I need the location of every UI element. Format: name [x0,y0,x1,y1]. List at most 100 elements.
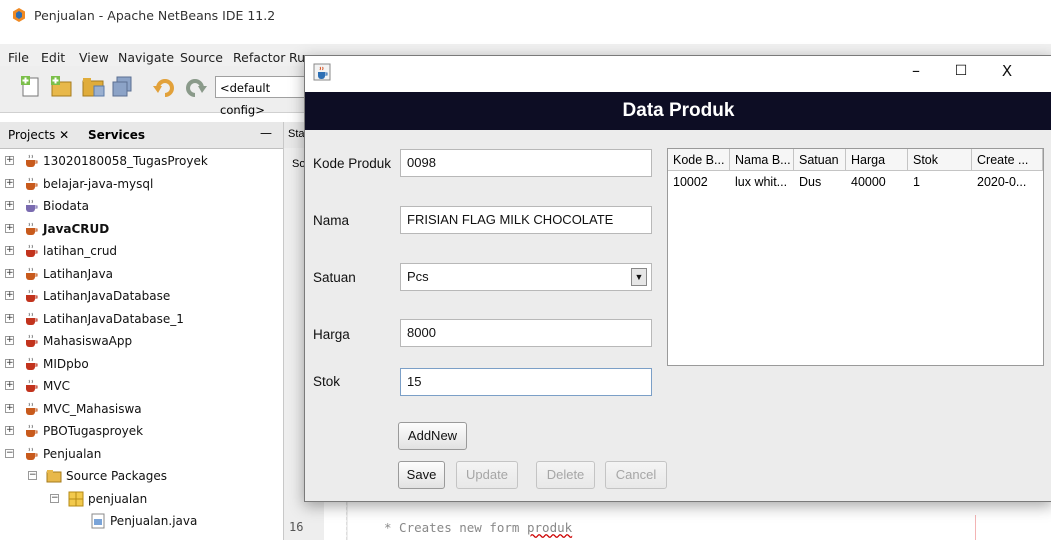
update-button[interactable]: Update [456,461,518,489]
expand-icon[interactable]: + [5,246,14,255]
close-icon[interactable]: ✕ [59,128,69,142]
tree-item-label: JavaCRUD [43,221,110,236]
tree-item-project[interactable]: + LatihanJavaDatabase [5,285,280,307]
expand-icon[interactable]: + [5,336,14,345]
nama-field[interactable]: FRISIAN FLAG MILK CHOCOLATE [400,206,652,234]
stok-field[interactable]: 15 [400,368,652,396]
menu-view[interactable]: View [79,50,109,65]
tree-item-label: Source Packages [66,469,168,483]
kode-produk-field[interactable]: 0098 [400,149,652,177]
tree-item-project[interactable]: + latihan_crud [5,240,280,262]
tree-item-project[interactable]: + MVC [5,375,280,397]
expand-icon[interactable]: + [5,291,14,300]
tree-item-project[interactable]: + PBOTugasproyek [5,420,280,442]
tree-item-project[interactable]: +13020180058_TugasProyek [5,150,280,172]
expand-icon[interactable]: + [5,403,14,413]
open-project-icon[interactable] [80,74,106,100]
expand-icon[interactable]: + [5,268,14,278]
java-project-icon [26,312,38,325]
satuan-selected-value: Pcs [407,269,429,284]
dialog-header-banner: Data Produk [305,92,1051,130]
save-all-icon[interactable] [110,74,136,100]
tree-item-label: MVC_Mahasiswa [43,401,142,416]
menu-source[interactable]: Source [180,50,223,65]
minimize-panel-button[interactable]: — [260,126,272,140]
tree-item-project[interactable]: − Penjualan [5,443,280,465]
harga-label: Harga [313,327,350,342]
tree-item-label: Biodata [43,199,89,213]
redo-icon[interactable] [182,74,208,100]
java-project-icon [26,267,38,280]
menu-file[interactable]: File [8,50,29,65]
undo-icon[interactable] [152,74,178,100]
java-project-icon [26,379,38,392]
expand-icon[interactable]: + [5,358,14,368]
java-project-icon [26,334,38,347]
tree-item-label: MIDpbo [43,356,89,371]
java-project-icon [26,447,38,460]
dialog-titlebar[interactable]: – ☐ X [305,56,1051,92]
expand-icon[interactable]: + [5,223,14,233]
java-project-icon [26,289,38,302]
netbeans-app-icon [13,8,25,22]
java-project-icon [26,222,38,235]
column-header-stok[interactable]: Stok [908,149,972,171]
column-header-kode[interactable]: Kode B... [668,149,730,171]
new-file-icon[interactable] [18,74,44,100]
collapse-icon[interactable]: − [28,471,37,480]
java-project-icon [26,244,38,257]
tree-item-label: PBOTugasproyek [43,424,144,438]
tree-item-file[interactable]: Penjualan.java [90,510,310,532]
column-header-nama[interactable]: Nama B... [730,149,794,171]
save-button[interactable]: Save [398,461,445,489]
expand-icon[interactable]: + [5,426,14,435]
tree-item-source-packages[interactable]: − Source Packages [28,465,248,487]
java-project-icon [26,357,38,370]
code-line[interactable]: * Creates new form produk [384,520,572,535]
tree-item-project[interactable]: + JavaCRUD [5,218,280,240]
dialog-maximize-button[interactable]: ☐ [939,56,983,86]
tree-item-project[interactable]: + MVC_Mahasiswa [5,398,280,420]
tree-item-label: MVC [43,379,70,393]
collapse-icon[interactable]: − [5,448,14,458]
delete-button[interactable]: Delete [536,461,595,489]
table-cell: 1 [913,175,920,189]
expand-icon[interactable]: + [5,381,14,390]
chevron-down-icon[interactable]: ▼ [631,268,647,286]
collapse-icon[interactable]: − [50,493,59,503]
harga-field[interactable]: 8000 [400,319,652,347]
satuan-combo[interactable]: Pcs ▼ [400,263,652,291]
expand-icon[interactable]: + [5,313,14,323]
expand-icon[interactable]: + [5,156,14,165]
tree-item-package[interactable]: − penjualan [50,488,270,510]
tree-item-label: 13020180058_TugasProyek [43,154,208,168]
expand-icon[interactable]: + [5,178,14,188]
cancel-button[interactable]: Cancel [605,461,667,489]
table-row[interactable]: 10002 lux whit... Dus 40000 1 2020-0... [668,173,1043,191]
dialog-minimize-button[interactable]: – [894,56,938,86]
java-project-icon [26,199,38,212]
tree-item-project[interactable]: + LatihanJava [5,263,280,285]
tab-projects[interactable]: Projects ✕ [8,128,69,142]
tab-services[interactable]: Services [88,128,145,142]
column-header-satuan[interactable]: Satuan [794,149,846,171]
new-project-icon[interactable] [48,74,74,100]
column-header-created[interactable]: Create ... [972,149,1043,171]
tree-item-project[interactable]: + belajar-java-mysql [5,173,280,195]
tree-item-project[interactable]: + MIDpbo [5,353,280,375]
dialog-close-button[interactable]: X [985,56,1029,86]
java-project-icon [26,402,38,415]
menu-refactor[interactable]: Refactor [233,50,285,65]
tree-item-project[interactable]: + MahasiswaApp [5,330,280,352]
column-header-harga[interactable]: Harga [846,149,908,171]
expand-icon[interactable]: + [5,201,14,210]
menu-edit[interactable]: Edit [41,50,65,65]
table-body: 10002 lux whit... Dus 40000 1 2020-0... [668,171,1043,365]
stok-label: Stok [313,374,341,389]
tree-item-project[interactable]: + LatihanJavaDatabase_1 [5,308,280,330]
tree-item-project[interactable]: + Biodata [5,195,280,217]
addnew-button[interactable]: AddNew [398,422,467,450]
config-combo[interactable]: <default config> [215,76,305,117]
menu-navigate[interactable]: Navigate [118,50,174,65]
table-cell: 10002 [673,175,708,189]
